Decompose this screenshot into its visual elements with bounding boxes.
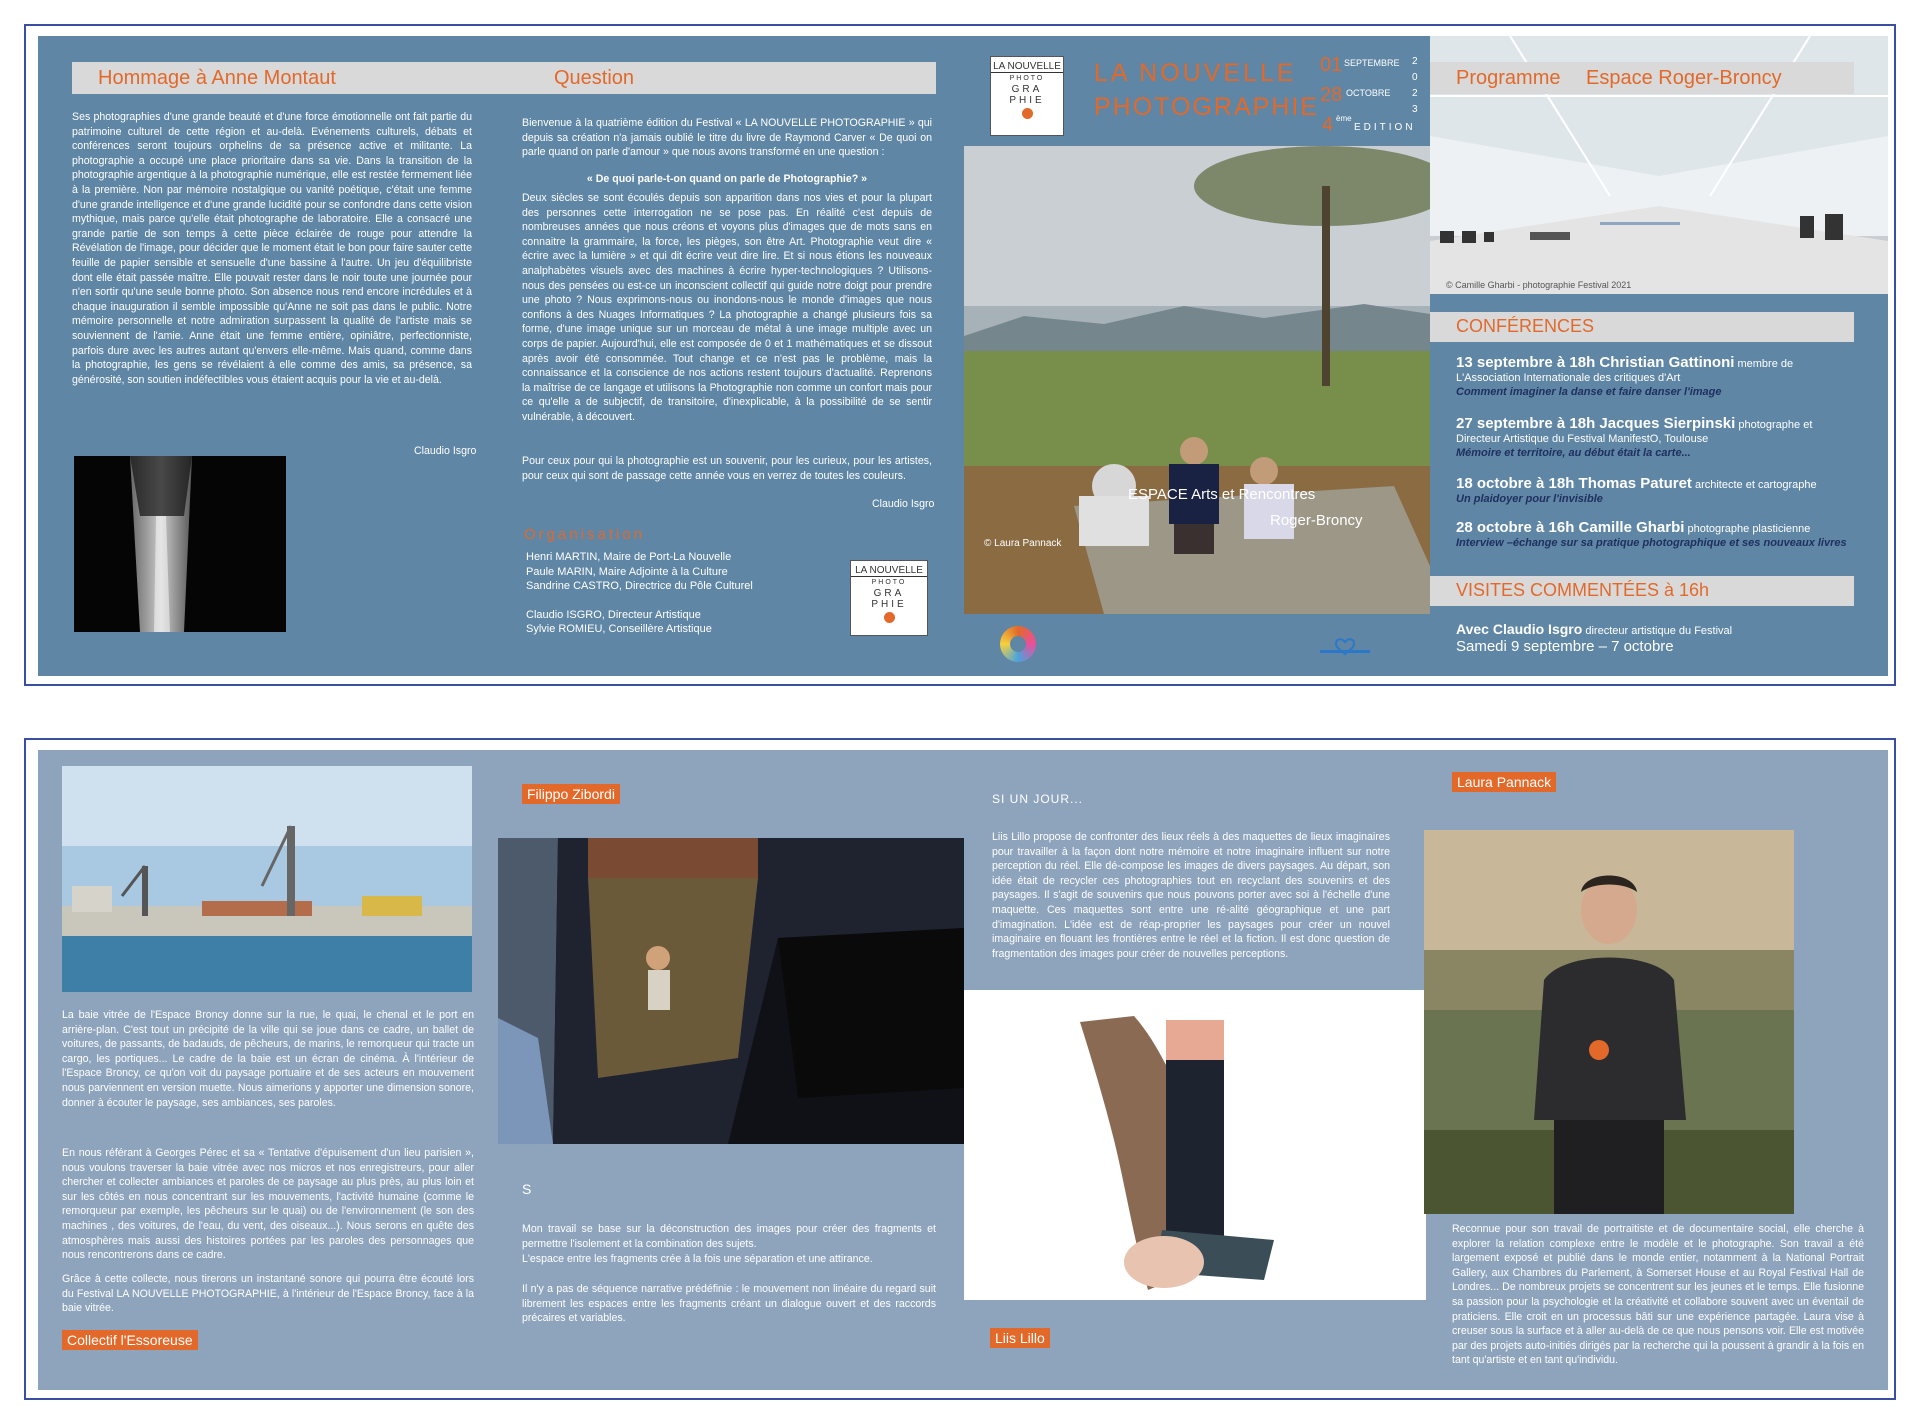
- organisation-title: Organisation: [524, 526, 646, 543]
- partner-logo-town: [1318, 634, 1372, 656]
- essoreuse-text-3: Grâce à cette collecte, nous tirerons un…: [62, 1273, 474, 1315]
- filippo-tag: Filippo Zibordi: [522, 784, 620, 804]
- filippo-s: S: [522, 1181, 532, 1197]
- organisation-line: [526, 594, 753, 608]
- cover-credit: © Laura Pannack: [984, 538, 1062, 549]
- filippo-text-2: L'espace entre les fragments crée à la f…: [522, 1253, 873, 1265]
- espace-title: Espace Roger-Broncy: [1586, 67, 1782, 89]
- conference-item: 28 octobre à 16h Camille Gharbi photogra…: [1456, 519, 1847, 549]
- hommage-title: Hommage à Anne Montaut: [98, 67, 336, 89]
- festival-logo: LA NOUVELLE PHOTO GRA PHIE: [990, 56, 1064, 136]
- cover-dates: 01 SEPTEMBRE 28 OCTOBRE 4 ème EDITION 20…: [1320, 54, 1418, 136]
- liis-tag: Liis Lillo: [990, 1328, 1050, 1348]
- filippo-text-3: Il n'y a pas de séquence narrative prédé…: [522, 1283, 936, 1325]
- organisation-list: Henri MARTIN, Maire de Port-La Nouvelle …: [526, 550, 753, 637]
- organisation-line: Paule MARIN, Maire Adjointe à la Culture: [526, 565, 728, 578]
- laura-photo: [1424, 830, 1794, 1214]
- organisation-line: Sylvie ROMIEU, Conseillère Artistique: [526, 623, 712, 636]
- question-signature: Claudio Isgro: [872, 498, 935, 510]
- question-text: Deux siècles se sont écoulés depuis son …: [522, 192, 932, 423]
- question-quote: « De quoi parle-t-on quand on parle de P…: [586, 173, 868, 185]
- cover-place: Roger-Broncy: [1270, 512, 1363, 529]
- liis-text: Liis Lillo propose de confronter des lie…: [992, 831, 1390, 960]
- cover-photo: ESPACE Arts et Rencontres Roger-Broncy ©…: [964, 146, 1430, 614]
- question-end: Pour ceux pour qui la photographie est u…: [522, 455, 932, 482]
- hommage-signature: Claudio Isgro: [414, 445, 477, 457]
- filippo-text-1: Mon travail se base sur la déconstructio…: [522, 1223, 936, 1250]
- logo-dot: [1021, 108, 1033, 119]
- gallery-photo-credit: © Camille Gharbi - photographie Festival…: [1446, 280, 1632, 290]
- conference-item: 13 septembre à 18h Christian Gattinoni m…: [1456, 354, 1794, 398]
- laura-tag: Laura Pannack: [1452, 772, 1557, 792]
- essoreuse-text-2: En nous référant à Georges Pérec et sa «…: [62, 1147, 474, 1262]
- harbour-photo: [62, 766, 472, 992]
- cover-panel: LA NOUVELLE PHOTO GRA PHIE LA NOUVELLE P…: [964, 36, 1430, 676]
- organisation-line: Sandrine CASTRO, Directrice du Pôle Cult…: [526, 580, 753, 593]
- front-left-panel: Hommage à Anne Montaut Question Ses phot…: [38, 36, 964, 676]
- anne-montaut-photo: [74, 456, 286, 632]
- essoreuse-tag: Collectif l'Essoreuse: [62, 1330, 198, 1350]
- cover-espace: ESPACE Arts et Rencontres: [1128, 486, 1316, 503]
- conference-item: 27 septembre à 18h Jacques Sierpinski ph…: [1456, 415, 1813, 459]
- visites-header: VISITES COMMENTÉES à 16h: [1430, 576, 1854, 606]
- essoreuse-text-1: La baie vitrée de l'Espace Broncy donne …: [62, 1009, 474, 1109]
- visites-details: Avec Claudio Isgro directeur artistique …: [1456, 621, 1733, 655]
- hommage-header: Hommage à Anne Montaut Question: [72, 62, 936, 94]
- conferences-header: CONFÉRENCES: [1430, 312, 1854, 342]
- organisation-line: Claudio ISGRO, Directeur Artistique: [526, 608, 701, 621]
- question-title: Question: [554, 67, 635, 89]
- laura-text: Reconnue pour son travail de portraitist…: [1452, 1223, 1864, 1367]
- programme-header: Programme Espace Roger-Broncy: [1430, 62, 1854, 94]
- liis-photo: [964, 990, 1426, 1300]
- filippo-photo: [498, 838, 964, 1144]
- liis-title: SI UN JOUR...: [992, 792, 1084, 806]
- cover-title: LA NOUVELLE PHOTOGRAPHIE: [1094, 59, 1319, 121]
- logo-dot: [883, 612, 895, 623]
- organisation-line: Henri MARTIN, Maire de Port-La Nouvelle: [526, 551, 732, 563]
- question-intro: Bienvenue à la quatrième édition du Fest…: [522, 117, 932, 159]
- festival-logo-small: LA NOUVELLE PHOTO GRA PHIE: [850, 560, 928, 636]
- partner-logo-eye: [1000, 626, 1036, 662]
- conference-item: 18 octobre à 18h Thomas Paturet architec…: [1456, 475, 1817, 505]
- hommage-text: Ses photographies d'une grande beauté et…: [72, 111, 472, 386]
- programme-title: Programme: [1456, 67, 1561, 89]
- back-panel: La baie vitrée de l'Espace Broncy donne …: [38, 750, 1888, 1390]
